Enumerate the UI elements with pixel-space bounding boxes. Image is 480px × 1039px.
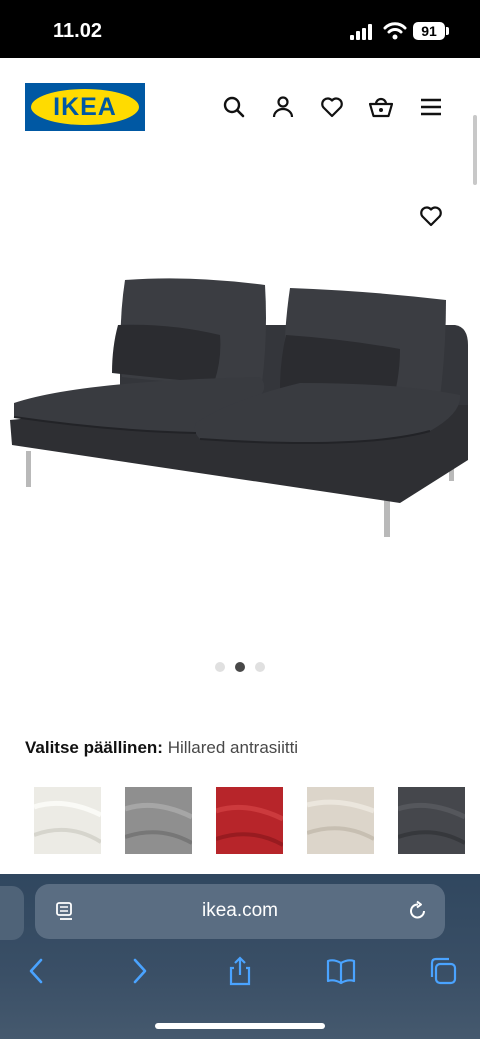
battery-level: 91 bbox=[413, 22, 445, 40]
swatch-grey[interactable] bbox=[125, 787, 192, 854]
wishlist-heart-icon[interactable] bbox=[320, 95, 344, 119]
forward-icon[interactable] bbox=[124, 956, 154, 986]
product-image-sofa[interactable] bbox=[0, 255, 480, 595]
carousel-dot-3[interactable] bbox=[255, 662, 265, 672]
reload-icon[interactable] bbox=[407, 900, 429, 922]
favourite-heart-icon[interactable] bbox=[418, 204, 444, 228]
swatch-white[interactable] bbox=[34, 787, 101, 854]
cover-selected-value: Hillared antrasiitti bbox=[167, 738, 299, 757]
bookmarks-icon[interactable] bbox=[326, 956, 356, 986]
cellular-signal-icon bbox=[350, 24, 372, 40]
image-carousel-dots bbox=[213, 662, 273, 672]
swatch-red[interactable] bbox=[216, 787, 283, 854]
wifi-icon bbox=[383, 22, 407, 40]
home-indicator[interactable] bbox=[155, 1023, 325, 1029]
cover-label-title: Valitse päällinen: bbox=[25, 738, 163, 757]
url-text: ikea.com bbox=[201, 900, 279, 921]
carousel-dot-1[interactable] bbox=[215, 662, 225, 672]
share-icon[interactable] bbox=[225, 956, 255, 986]
page-scrollbar[interactable] bbox=[473, 115, 477, 185]
previous-tab-peek[interactable] bbox=[0, 886, 24, 940]
logo-text: IKEA bbox=[53, 93, 117, 121]
cover-selection-label: Valitse päällinen: Hillared antrasiitti bbox=[25, 738, 298, 758]
carousel-dot-2[interactable] bbox=[235, 662, 245, 672]
ikea-logo[interactable]: IKEA bbox=[25, 83, 145, 131]
battery-icon bbox=[446, 27, 449, 35]
status-bar: 11.02 91 bbox=[0, 0, 480, 58]
swatch-beige[interactable] bbox=[307, 787, 374, 854]
site-header: IKEA bbox=[0, 58, 480, 158]
back-icon[interactable] bbox=[22, 956, 52, 986]
status-time: 11.02 bbox=[53, 20, 102, 42]
cover-swatch-list bbox=[0, 787, 480, 854]
address-bar[interactable]: ikea.com bbox=[35, 884, 445, 939]
search-icon[interactable] bbox=[222, 95, 246, 119]
browser-toolbar: ikea.com bbox=[0, 874, 480, 1039]
swatch-anthracite[interactable] bbox=[398, 787, 465, 854]
account-icon[interactable] bbox=[271, 95, 295, 119]
menu-icon[interactable] bbox=[419, 95, 443, 119]
basket-icon[interactable] bbox=[369, 95, 393, 119]
tabs-icon[interactable] bbox=[428, 956, 458, 986]
